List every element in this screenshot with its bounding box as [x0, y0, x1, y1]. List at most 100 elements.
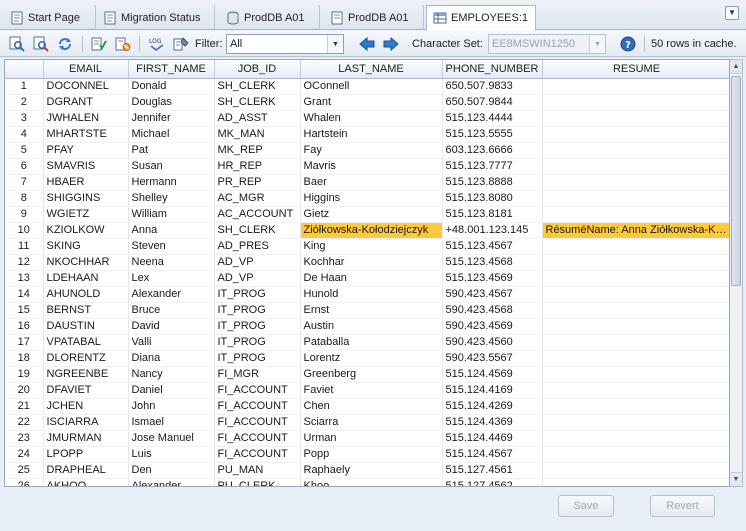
table-cell[interactable]: SH_CLERK [214, 222, 301, 239]
table-cell[interactable]: SHIGGINS [43, 190, 129, 207]
table-cell[interactable]: 515.124.4369 [442, 414, 543, 431]
table-cell[interactable]: 515.124.4567 [442, 446, 543, 463]
table-cell[interactable]: +48.001.123.145 [442, 222, 543, 239]
table-cell[interactable]: AC_ACCOUNT [214, 206, 301, 223]
column-header-first-name[interactable]: FIRST_NAME [128, 60, 215, 79]
table-cell[interactable] [542, 254, 729, 271]
save-button[interactable]: Save [558, 495, 614, 517]
table-cell[interactable]: Alexander [128, 478, 215, 486]
table-cell[interactable]: 515.124.4569 [442, 366, 543, 383]
table-cell[interactable]: Anna [128, 222, 215, 239]
table-cell[interactable]: FI_ACCOUNT [214, 414, 301, 431]
table-cell[interactable]: Baer [300, 174, 443, 191]
table-cell[interactable]: PR_REP [214, 174, 301, 191]
table-cell[interactable]: VPATABAL [43, 334, 129, 351]
table-cell[interactable]: LDEHAAN [43, 270, 129, 287]
find-next-button[interactable] [32, 35, 50, 53]
forward-button[interactable] [382, 35, 400, 53]
column-header-resume[interactable]: RESUME [542, 60, 729, 79]
table-cell[interactable]: Grant [300, 94, 443, 111]
table-cell[interactable]: Hartstein [300, 126, 443, 143]
log-button[interactable]: LOG [148, 35, 166, 53]
table-row[interactable]: 19 NGREENBE Nancy FI_MGR Greenberg 515.124.45… [5, 366, 729, 383]
table-cell[interactable]: FI_ACCOUNT [214, 382, 301, 399]
table-cell[interactable]: Pataballa [300, 334, 443, 351]
table-cell[interactable]: 515.123.7777 [442, 158, 543, 175]
table-cell[interactable]: 515.123.8181 [442, 206, 543, 223]
table-cell[interactable] [542, 398, 729, 415]
table-cell[interactable]: 590.423.4567 [442, 286, 543, 303]
table-cell[interactable]: 515.124.4169 [442, 382, 543, 399]
table-cell[interactable]: JWHALEN [43, 110, 129, 127]
table-cell[interactable] [542, 318, 729, 335]
table-cell[interactable]: HBAER [43, 174, 129, 191]
column-header-email[interactable]: EMAIL [43, 60, 129, 79]
table-cell[interactable] [542, 270, 729, 287]
table-cell[interactable]: 650.507.9844 [442, 94, 543, 111]
table-cell[interactable]: Fay [300, 142, 443, 159]
table-cell[interactable]: Kochhar [300, 254, 443, 271]
table-cell[interactable]: 515.124.4269 [442, 398, 543, 415]
revert-button[interactable]: Revert [650, 495, 715, 517]
table-row[interactable]: 20 DFAVIET Daniel FI_ACCOUNT Faviet 515.124.4… [5, 382, 729, 399]
table-cell[interactable] [542, 238, 729, 255]
table-cell[interactable]: AHUNOLD [43, 286, 129, 303]
table-cell[interactable]: Jennifer [128, 110, 215, 127]
table-cell[interactable]: 590.423.5567 [442, 350, 543, 367]
table-cell[interactable] [542, 350, 729, 367]
table-cell[interactable]: 650.507.9833 [442, 78, 543, 95]
tab-proddb-worksheet[interactable]: ProdDB A01 [324, 5, 424, 30]
table-cell[interactable]: Luis [128, 446, 215, 463]
table-cell[interactable]: NGREENBE [43, 366, 129, 383]
table-cell[interactable]: AD_PRES [214, 238, 301, 255]
table-row[interactable]: 2 DGRANT Douglas SH_CLERK Grant 650.507.9844 [5, 94, 729, 111]
table-cell[interactable]: AD_VP [214, 254, 301, 271]
table-cell[interactable]: NKOCHHAR [43, 254, 129, 271]
table-row[interactable]: 23 JMURMAN Jose Manuel FI_ACCOUNT Urman 515.1… [5, 430, 729, 447]
refresh-button[interactable] [56, 35, 74, 53]
table-cell[interactable] [542, 190, 729, 207]
table-cell[interactable]: Jose Manuel [128, 430, 215, 447]
table-cell[interactable]: Valli [128, 334, 215, 351]
table-cell[interactable]: Donald [128, 78, 215, 95]
table-cell[interactable]: Sciarra [300, 414, 443, 431]
table-cell[interactable]: AD_VP [214, 270, 301, 287]
table-cell[interactable]: Den [128, 462, 215, 479]
table-cell[interactable]: Michael [128, 126, 215, 143]
table-cell[interactable] [542, 478, 729, 486]
table-row[interactable]: 13 LDEHAAN Lex AD_VP De Haan 515.123.4569 [5, 270, 729, 287]
table-row[interactable]: 3 JWHALEN Jennifer AD_ASST Whalen 515.123.444… [5, 110, 729, 127]
table-cell[interactable]: HR_REP [214, 158, 301, 175]
table-cell[interactable]: IT_PROG [214, 286, 301, 303]
table-cell[interactable]: DRAPHEAL [43, 462, 129, 479]
table-row[interactable]: 10 KZIOLKOW Anna SH_CLERK Ziółkowska-Kołodzi… [5, 222, 729, 239]
table-row[interactable]: 12 NKOCHHAR Neena AD_VP Kochhar 515.123.4568 [5, 254, 729, 271]
table-cell[interactable]: 515.123.4569 [442, 270, 543, 287]
table-cell[interactable] [542, 334, 729, 351]
table-cell[interactable]: Nancy [128, 366, 215, 383]
table-row[interactable]: 16 DAUSTIN David IT_PROG Austin 590.423.4569 [5, 318, 729, 335]
table-cell[interactable]: Popp [300, 446, 443, 463]
table-cell[interactable]: Gietz [300, 206, 443, 223]
table-cell[interactable]: King [300, 238, 443, 255]
table-cell[interactable]: Daniel [128, 382, 215, 399]
sort-filter-button[interactable] [172, 35, 190, 53]
table-cell[interactable]: 515.124.4469 [442, 430, 543, 447]
table-cell[interactable]: 515.123.8080 [442, 190, 543, 207]
edit-rows-button[interactable] [90, 35, 108, 53]
table-cell[interactable]: Higgins [300, 190, 443, 207]
table-cell[interactable]: AKHOO [43, 478, 129, 486]
back-button[interactable] [358, 35, 376, 53]
column-header-rownum[interactable] [5, 60, 44, 79]
table-cell[interactable]: Susan [128, 158, 215, 175]
table-cell[interactable] [542, 286, 729, 303]
table-cell[interactable]: Pat [128, 142, 215, 159]
table-cell[interactable] [542, 78, 729, 95]
table-cell[interactable]: Douglas [128, 94, 215, 111]
table-cell[interactable] [542, 366, 729, 383]
table-cell[interactable] [542, 414, 729, 431]
table-cell[interactable]: Chen [300, 398, 443, 415]
table-cell[interactable]: OConnell [300, 78, 443, 95]
table-cell[interactable]: 515.127.4561 [442, 462, 543, 479]
tab-employees[interactable]: EMPLOYEES:1 [426, 5, 536, 31]
